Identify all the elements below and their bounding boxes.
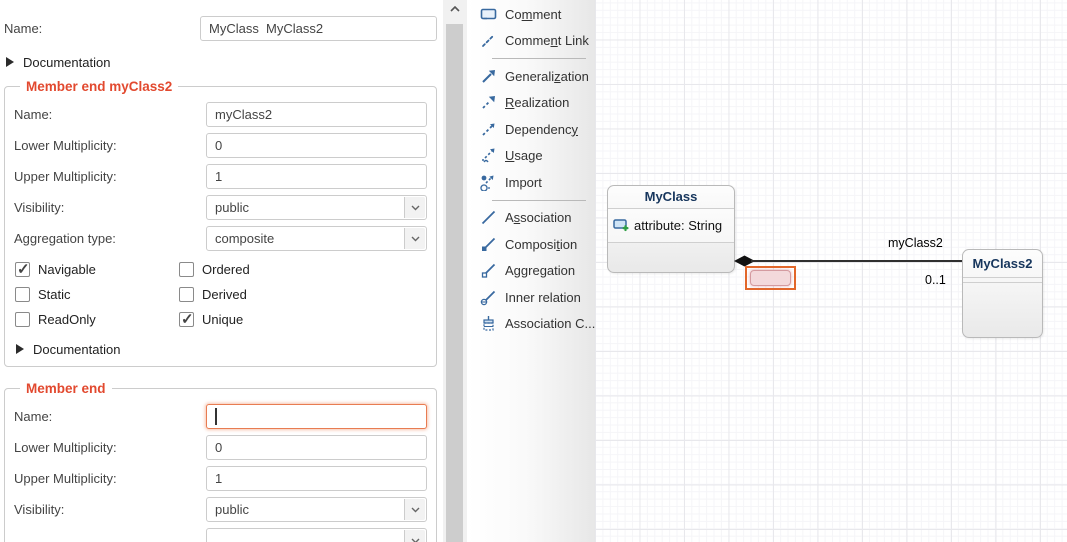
checkbox-icon	[179, 312, 194, 327]
tool-palette: Comment Comment Link Generalization Real…	[467, 0, 595, 542]
form-row: Visibility: public	[14, 195, 427, 220]
class-title[interactable]: MyClass2	[963, 250, 1042, 277]
member-end1-lower-multiplicity-input[interactable]: 0	[206, 133, 427, 158]
compartment-divider	[963, 282, 1042, 283]
documentation-toggle[interactable]: Documentation	[14, 338, 427, 360]
navigable-checkbox[interactable]: Navigable	[14, 262, 178, 277]
chevron-down-icon	[404, 499, 425, 520]
class-title[interactable]: MyClass	[608, 186, 734, 208]
diagram-canvas[interactable]: MyClass attribute: String myClass2 0..1	[595, 0, 1067, 542]
association-name-label: Name:	[4, 21, 200, 36]
palette-item-association[interactable]: Association	[467, 205, 595, 232]
checkbox-row: ReadOnly Unique	[14, 307, 427, 332]
palette-separator	[492, 58, 586, 59]
form-row: Upper Multiplicity: 1	[14, 466, 427, 491]
generalization-icon	[480, 68, 497, 85]
comment-icon	[480, 6, 497, 23]
form-row: Upper Multiplicity: 1	[14, 164, 427, 189]
form-row	[14, 528, 427, 542]
documentation-toggle[interactable]: Documentation	[4, 51, 437, 73]
form-row: Lower Multiplicity: 0	[14, 133, 427, 158]
compartment-divider	[608, 242, 734, 243]
palette-item-aggregation[interactable]: Aggregation	[467, 258, 595, 285]
palette-item-import[interactable]: Import	[467, 169, 595, 196]
inner-relation-icon	[480, 289, 497, 306]
member-end-myclass2-section: Member end myClass2 Name: myClass2 Lower…	[4, 79, 437, 367]
member-end2-upper-multiplicity-input[interactable]: 1	[206, 466, 427, 491]
collapsed-arrow-icon	[6, 57, 14, 67]
attribute-icon	[613, 218, 630, 233]
checkbox-icon	[179, 262, 194, 277]
realization-icon	[480, 94, 497, 111]
member-end2-lower-multiplicity-input[interactable]: 0	[206, 435, 427, 460]
member-end1-name-input[interactable]: myClass2	[206, 102, 427, 127]
selected-label-frame[interactable]	[745, 266, 796, 290]
checkbox-row: Static Derived	[14, 282, 427, 307]
readonly-checkbox[interactable]: ReadOnly	[14, 312, 178, 327]
form-row: Name: myClass2	[14, 102, 427, 127]
checkbox-row: Navigable Ordered	[14, 257, 427, 282]
uml-editor: Name: MyClass MyClass2 Documentation Mem…	[0, 0, 1067, 542]
static-checkbox[interactable]: Static	[14, 287, 178, 302]
chevron-down-icon	[404, 530, 425, 542]
member-end1-upper-multiplicity-input[interactable]: 1	[206, 164, 427, 189]
scrollbar-thumb[interactable]	[446, 24, 463, 542]
usage-icon	[480, 147, 497, 164]
palette-item-generalization[interactable]: Generalization	[467, 63, 595, 90]
derived-checkbox[interactable]: Derived	[178, 287, 247, 302]
unique-checkbox[interactable]: Unique	[178, 312, 243, 327]
association-name-row: Name: MyClass MyClass2	[4, 16, 437, 41]
palette-item-association-class[interactable]: Association C...	[467, 311, 595, 338]
scroll-up-button[interactable]	[443, 0, 467, 18]
palette-item-composition[interactable]: Composition	[467, 231, 595, 258]
member-end2-visibility-select[interactable]: public	[206, 497, 427, 522]
member-end2-next-select[interactable]	[206, 528, 427, 542]
association-role-label[interactable]: myClass2	[888, 236, 943, 250]
palette-separator	[492, 200, 586, 201]
class-attribute-row[interactable]: attribute: String	[608, 209, 734, 242]
palette-item-inner-relation[interactable]: Inner relation	[467, 284, 595, 311]
palette-item-usage[interactable]: Usage	[467, 143, 595, 170]
association-multiplicity-label[interactable]: 0..1	[925, 273, 946, 287]
composition-icon	[480, 236, 497, 253]
dependency-icon	[480, 121, 497, 138]
checkbox-icon	[179, 287, 194, 302]
collapsed-arrow-icon	[16, 344, 24, 354]
comment-link-icon	[480, 32, 497, 49]
member-end1-visibility-select[interactable]: public	[206, 195, 427, 220]
member-end-section: Member end Name: Lower Multiplicity: 0 U…	[4, 381, 437, 542]
member-end-myclass2-legend: Member end myClass2	[20, 79, 178, 94]
form-row: Lower Multiplicity: 0	[14, 435, 427, 460]
association-class-icon	[480, 315, 497, 332]
ordered-checkbox[interactable]: Ordered	[178, 262, 250, 277]
palette-item-dependency[interactable]: Dependency	[467, 116, 595, 143]
form-row: Name:	[14, 404, 427, 429]
palette-item-realization[interactable]: Realization	[467, 90, 595, 117]
aggregation-icon	[480, 262, 497, 279]
import-icon	[480, 174, 497, 191]
checkbox-icon	[15, 262, 30, 277]
palette-item-comment[interactable]: Comment	[467, 1, 595, 28]
checkbox-icon	[15, 287, 30, 302]
chevron-down-icon	[404, 228, 425, 249]
properties-panel: Name: MyClass MyClass2 Documentation Mem…	[0, 0, 443, 542]
association-icon	[480, 209, 497, 226]
class-node-myclass[interactable]: MyClass attribute: String	[607, 185, 735, 273]
selected-empty-role-label[interactable]	[750, 270, 791, 286]
association-edge[interactable]	[751, 260, 962, 262]
chevron-down-icon	[404, 197, 425, 218]
form-row: Aggregation type: composite	[14, 226, 427, 251]
checkbox-icon	[15, 312, 30, 327]
member-end-legend: Member end	[20, 381, 112, 396]
text-caret	[215, 408, 217, 425]
association-name-input[interactable]: MyClass MyClass2	[200, 16, 437, 41]
member-end2-name-input[interactable]	[206, 404, 427, 429]
chevron-up-icon	[450, 6, 460, 12]
member-end1-aggregation-type-select[interactable]: composite	[206, 226, 427, 251]
class-node-myclass2[interactable]: MyClass2	[962, 249, 1043, 338]
properties-scrollbar[interactable]	[443, 0, 467, 542]
palette-item-comment-link[interactable]: Comment Link	[467, 28, 595, 55]
form-row: Visibility: public	[14, 497, 427, 522]
